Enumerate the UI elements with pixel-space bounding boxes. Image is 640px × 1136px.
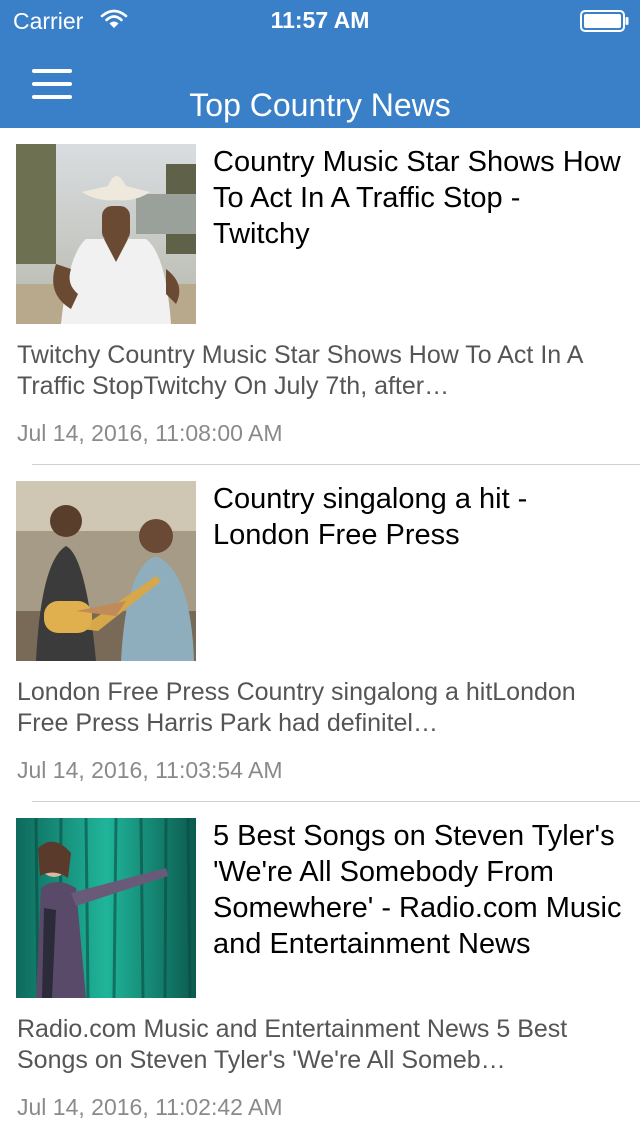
article-date: Jul 14, 2016, 11:03:54 AM bbox=[17, 757, 283, 783]
article-summary: Twitchy Country Music Star Shows How To … bbox=[17, 341, 583, 400]
navigation-bar: Top Country News bbox=[0, 40, 640, 128]
article-headline: Country singalong a hit - London Free Pr… bbox=[213, 483, 528, 551]
status-time: 11:57 AM bbox=[270, 7, 370, 33]
top-bar: Carrier 11:57 AM Top Country News bbox=[0, 0, 640, 128]
article-summary: London Free Press Country singalong a hi… bbox=[17, 678, 576, 737]
battery-icon bbox=[580, 10, 629, 32]
news-item[interactable]: 5 Best Songs on Steven Tyler's 'We're Al… bbox=[0, 802, 640, 1136]
article-headline: 5 Best Songs on Steven Tyler's 'We're Al… bbox=[213, 820, 622, 960]
news-feed: Country Music Star Shows How To Act In A… bbox=[0, 128, 640, 1136]
article-headline: Country Music Star Shows How To Act In A… bbox=[213, 146, 621, 250]
app-screen: Carrier 11:57 AM Top Country News Countr… bbox=[0, 0, 640, 1136]
article-thumbnail-image bbox=[16, 481, 196, 661]
article-thumbnail-image bbox=[16, 818, 196, 998]
news-item[interactable]: Country Music Star Shows How To Act In A… bbox=[0, 128, 640, 465]
article-summary: Radio.com Music and Entertainment News 5… bbox=[17, 1015, 568, 1074]
article-date: Jul 14, 2016, 11:08:00 AM bbox=[17, 420, 283, 446]
article-thumbnail-image bbox=[16, 144, 196, 324]
page-title: Top Country News bbox=[189, 87, 451, 124]
status-bar: Carrier 11:57 AM bbox=[0, 0, 640, 40]
news-item[interactable]: Country singalong a hit - London Free Pr… bbox=[0, 465, 640, 802]
article-date: Jul 14, 2016, 11:02:42 AM bbox=[17, 1094, 283, 1120]
